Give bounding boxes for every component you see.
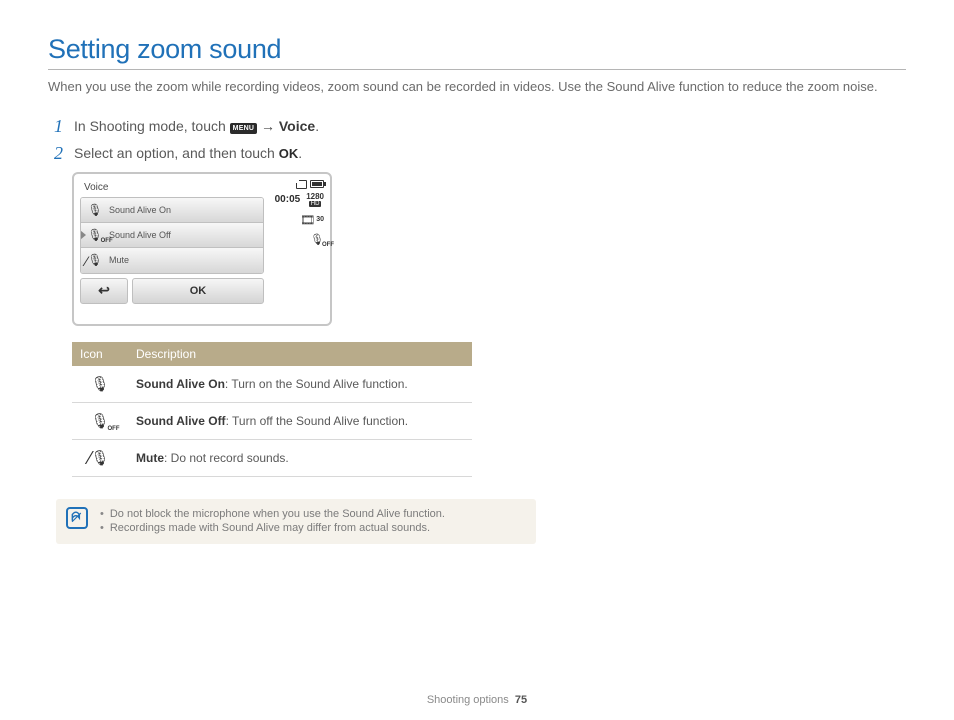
camera-panel-title: Voice: [80, 180, 264, 193]
icon-description-table: Icon Description 🎙 Sound Alive On: Turn …: [72, 342, 472, 477]
camera-option-list: 🎙 Sound Alive On 🎙OFF Sound Alive Off 🎙⁄…: [80, 197, 264, 274]
step1-target: Voice: [279, 118, 315, 134]
mic-on-icon: 🎙: [72, 366, 128, 403]
recording-time: 00:05: [275, 194, 301, 205]
page-title: Setting zoom sound: [48, 34, 906, 70]
camera-option-label: Sound Alive Off: [109, 230, 171, 240]
footer-page-number: 75: [515, 694, 527, 706]
camera-option-label: Sound Alive On: [109, 205, 171, 215]
note-box: Do not block the microphone when you use…: [56, 499, 536, 545]
table-row: 🎙 Sound Alive On: Turn on the Sound Aliv…: [72, 366, 472, 403]
resolution-badge: 1280 HD: [306, 193, 324, 207]
steps-list: 1 In Shooting mode, touch MENU → Voice. …: [54, 116, 906, 162]
step-number: 2: [54, 143, 70, 162]
note-list: Do not block the microphone when you use…: [100, 507, 445, 537]
resolution-number: 1280: [306, 193, 324, 201]
table-desc: Sound Alive Off: Turn off the Sound Aliv…: [128, 402, 472, 439]
note-bullet: Do not block the microphone when you use…: [100, 507, 445, 522]
camera-screenshot: Voice 🎙 Sound Alive On 🎙OFF Sound Alive …: [72, 172, 332, 326]
battery-icon: [310, 180, 324, 188]
table-desc: Mute: Do not record sounds.: [128, 439, 472, 476]
footer-section: Shooting options: [427, 694, 509, 706]
step-text: Select an option, and then touch OK.: [74, 143, 302, 161]
step-2: 2 Select an option, and then touch OK.: [54, 143, 906, 162]
sd-card-icon: [296, 180, 307, 189]
mic-mute-icon: 🎙⁄: [81, 253, 109, 267]
table-row: 🎙⁄ Mute: Do not record sounds.: [72, 439, 472, 476]
step-1: 1 In Shooting mode, touch MENU → Voice.: [54, 116, 906, 135]
table-header-icon: Icon: [72, 342, 128, 366]
table-header-description: Description: [128, 342, 472, 366]
fps-icon: 🎞30: [300, 213, 324, 227]
camera-option-label: Mute: [109, 255, 129, 265]
note-bullet: Recordings made with Sound Alive may dif…: [100, 521, 445, 536]
mic-mute-icon: 🎙⁄: [72, 439, 128, 476]
camera-option-sound-alive-off[interactable]: 🎙OFF Sound Alive Off: [81, 223, 263, 248]
mic-on-icon: 🎙: [81, 203, 109, 217]
note-icon: [66, 507, 88, 529]
step-number: 1: [54, 116, 70, 135]
mic-off-icon: 🎙OFF: [72, 402, 128, 439]
mic-status-icon: 🎙OFF: [310, 233, 324, 246]
off-sub-label: OFF: [322, 242, 334, 248]
menu-icon: MENU: [230, 123, 257, 134]
camera-option-sound-alive-on[interactable]: 🎙 Sound Alive On: [81, 198, 263, 223]
intro-text: When you use the zoom while recording vi…: [48, 78, 906, 96]
ok-button[interactable]: OK: [132, 278, 264, 304]
selection-indicator-icon: [80, 230, 86, 240]
off-sub-label: OFF: [101, 238, 113, 244]
step-text: In Shooting mode, touch MENU → Voice.: [74, 116, 319, 134]
off-sub-label: OFF: [108, 426, 120, 432]
table-desc: Sound Alive On: Turn on the Sound Alive …: [128, 366, 472, 403]
camera-option-mute[interactable]: 🎙⁄ Mute: [81, 248, 263, 273]
step2-suffix: .: [298, 145, 302, 161]
resolution-hd: HD: [309, 201, 322, 207]
arrow-icon: →: [261, 118, 279, 134]
table-row: 🎙OFF Sound Alive Off: Turn off the Sound…: [72, 402, 472, 439]
back-button[interactable]: ↩: [80, 278, 128, 304]
step1-suffix: .: [315, 118, 319, 134]
step2-prefix: Select an option, and then touch: [74, 145, 279, 161]
page-footer: Shooting options 75: [0, 694, 954, 706]
ok-inline-icon: OK: [279, 146, 299, 161]
step1-prefix: In Shooting mode, touch: [74, 118, 230, 134]
